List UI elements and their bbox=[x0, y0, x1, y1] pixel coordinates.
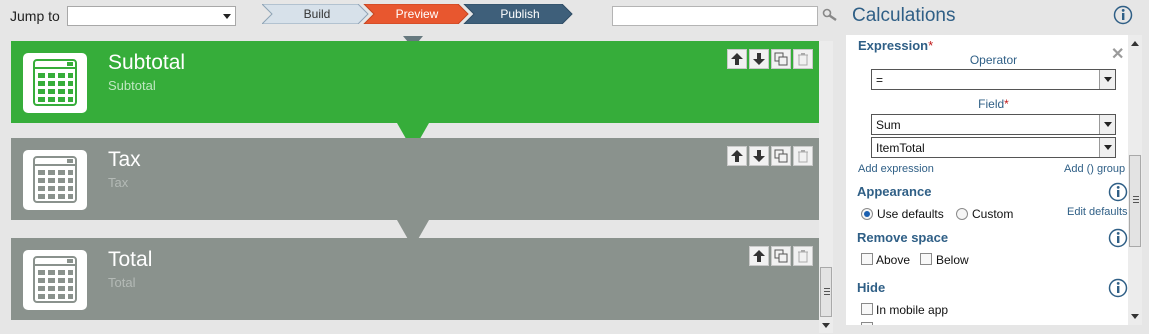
scrollbar-thumb[interactable] bbox=[1129, 155, 1141, 247]
card-toolbar bbox=[727, 49, 813, 69]
above-label: Above bbox=[876, 253, 911, 267]
operator-value: = bbox=[876, 73, 884, 87]
card-title: Tax bbox=[108, 148, 141, 171]
edit-defaults-link[interactable]: Edit defaults bbox=[1067, 206, 1128, 218]
custom-label: Custom bbox=[972, 207, 1014, 221]
trash-icon bbox=[798, 250, 808, 263]
card-total[interactable]: Total Total bbox=[11, 238, 819, 320]
scroll-down-icon[interactable] bbox=[822, 323, 830, 328]
move-up-button[interactable] bbox=[727, 146, 747, 166]
remove-space-heading: Remove space bbox=[857, 230, 949, 245]
info-icon[interactable] bbox=[1108, 228, 1128, 248]
arrow-up-icon bbox=[753, 250, 765, 262]
chevron-down-icon[interactable] bbox=[1099, 138, 1115, 157]
panel-scrollbar[interactable] bbox=[1128, 35, 1142, 325]
chevron-down-icon[interactable] bbox=[1099, 115, 1115, 134]
jump-to-label: Jump to bbox=[10, 8, 60, 24]
card-title: Subtotal bbox=[108, 51, 186, 74]
add-expression-link[interactable]: Add expression bbox=[858, 163, 934, 175]
copy-button[interactable] bbox=[771, 246, 791, 266]
arrow-down-icon bbox=[753, 150, 765, 162]
in-mobile-app-checkbox[interactable] bbox=[861, 303, 873, 315]
field-value: Sum bbox=[876, 118, 901, 132]
custom-radio[interactable] bbox=[956, 208, 968, 220]
calculator-icon bbox=[23, 53, 87, 113]
field-label: Field* bbox=[978, 97, 1009, 111]
copy-icon bbox=[774, 149, 788, 163]
scroll-up-icon[interactable] bbox=[1131, 41, 1139, 46]
app-root: Jump to Build Preview Publish Subtotal S… bbox=[0, 0, 1149, 334]
info-icon[interactable] bbox=[1108, 182, 1128, 202]
step-publish[interactable]: Publish bbox=[480, 7, 560, 21]
move-down-button[interactable] bbox=[749, 146, 769, 166]
panel-title: Calculations bbox=[852, 5, 956, 26]
jump-to-select[interactable] bbox=[67, 6, 236, 26]
copy-button[interactable] bbox=[771, 49, 791, 69]
field-select-column[interactable]: ItemTotal bbox=[871, 137, 1116, 158]
chevron-down-icon[interactable] bbox=[1099, 70, 1115, 89]
below-checkbox[interactable] bbox=[920, 253, 932, 265]
in-mobile-app-label: In mobile app bbox=[876, 303, 949, 317]
info-icon[interactable] bbox=[1113, 5, 1133, 25]
delete-button[interactable] bbox=[793, 49, 813, 69]
arrow-down-icon bbox=[753, 53, 765, 65]
arrow-up-icon bbox=[731, 150, 743, 162]
above-checkbox[interactable] bbox=[861, 253, 873, 265]
hide-option-checkbox[interactable] bbox=[861, 322, 873, 325]
field-value: ItemTotal bbox=[876, 141, 925, 155]
trash-icon bbox=[798, 150, 808, 163]
card-subtitle: Tax bbox=[108, 175, 129, 190]
search-icon[interactable] bbox=[822, 8, 838, 22]
properties-panel: Expression* ✕ Operator = Field* Sum Item… bbox=[846, 35, 1129, 325]
info-icon[interactable] bbox=[1108, 278, 1128, 298]
use-defaults-label: Use defaults bbox=[877, 207, 944, 221]
expression-heading: Expression* bbox=[858, 38, 934, 53]
use-defaults-radio[interactable] bbox=[861, 208, 873, 220]
field-select-function[interactable]: Sum bbox=[871, 114, 1116, 135]
below-label: Below bbox=[936, 253, 969, 267]
card-subtitle: Total bbox=[108, 275, 136, 290]
card-toolbar bbox=[727, 146, 813, 166]
calculator-icon bbox=[23, 250, 87, 310]
workflow-steps: Build Preview Publish bbox=[262, 4, 574, 24]
add-group-link[interactable]: Add () group bbox=[1064, 163, 1125, 175]
arrow-up-icon bbox=[731, 53, 743, 65]
scrollbar-thumb[interactable] bbox=[820, 267, 832, 317]
card-title: Total bbox=[108, 248, 153, 271]
copy-button[interactable] bbox=[771, 146, 791, 166]
card-subtitle: Subtotal bbox=[108, 78, 156, 93]
step-preview[interactable]: Preview bbox=[377, 7, 457, 21]
hide-heading: Hide bbox=[857, 280, 886, 295]
delete-button[interactable] bbox=[793, 146, 813, 166]
copy-icon bbox=[774, 52, 788, 66]
step-build[interactable]: Build bbox=[282, 7, 352, 21]
move-up-button[interactable] bbox=[749, 246, 769, 266]
card-subtotal[interactable]: Subtotal Subtotal bbox=[11, 41, 819, 123]
operator-label: Operator bbox=[969, 53, 1018, 67]
operator-select[interactable]: = bbox=[871, 69, 1116, 90]
chevron-down-icon bbox=[223, 14, 231, 19]
calculator-icon bbox=[23, 150, 87, 210]
card-tax[interactable]: Tax Tax bbox=[11, 138, 819, 220]
scroll-down-icon[interactable] bbox=[1131, 314, 1139, 319]
card-toolbar bbox=[749, 246, 813, 266]
cards-scrollbar[interactable] bbox=[819, 41, 833, 333]
search-input[interactable] bbox=[612, 6, 818, 26]
appearance-heading: Appearance bbox=[857, 184, 932, 199]
move-up-button[interactable] bbox=[727, 49, 747, 69]
trash-icon bbox=[798, 53, 808, 66]
copy-icon bbox=[774, 249, 788, 263]
move-down-button[interactable] bbox=[749, 49, 769, 69]
delete-button[interactable] bbox=[793, 246, 813, 266]
